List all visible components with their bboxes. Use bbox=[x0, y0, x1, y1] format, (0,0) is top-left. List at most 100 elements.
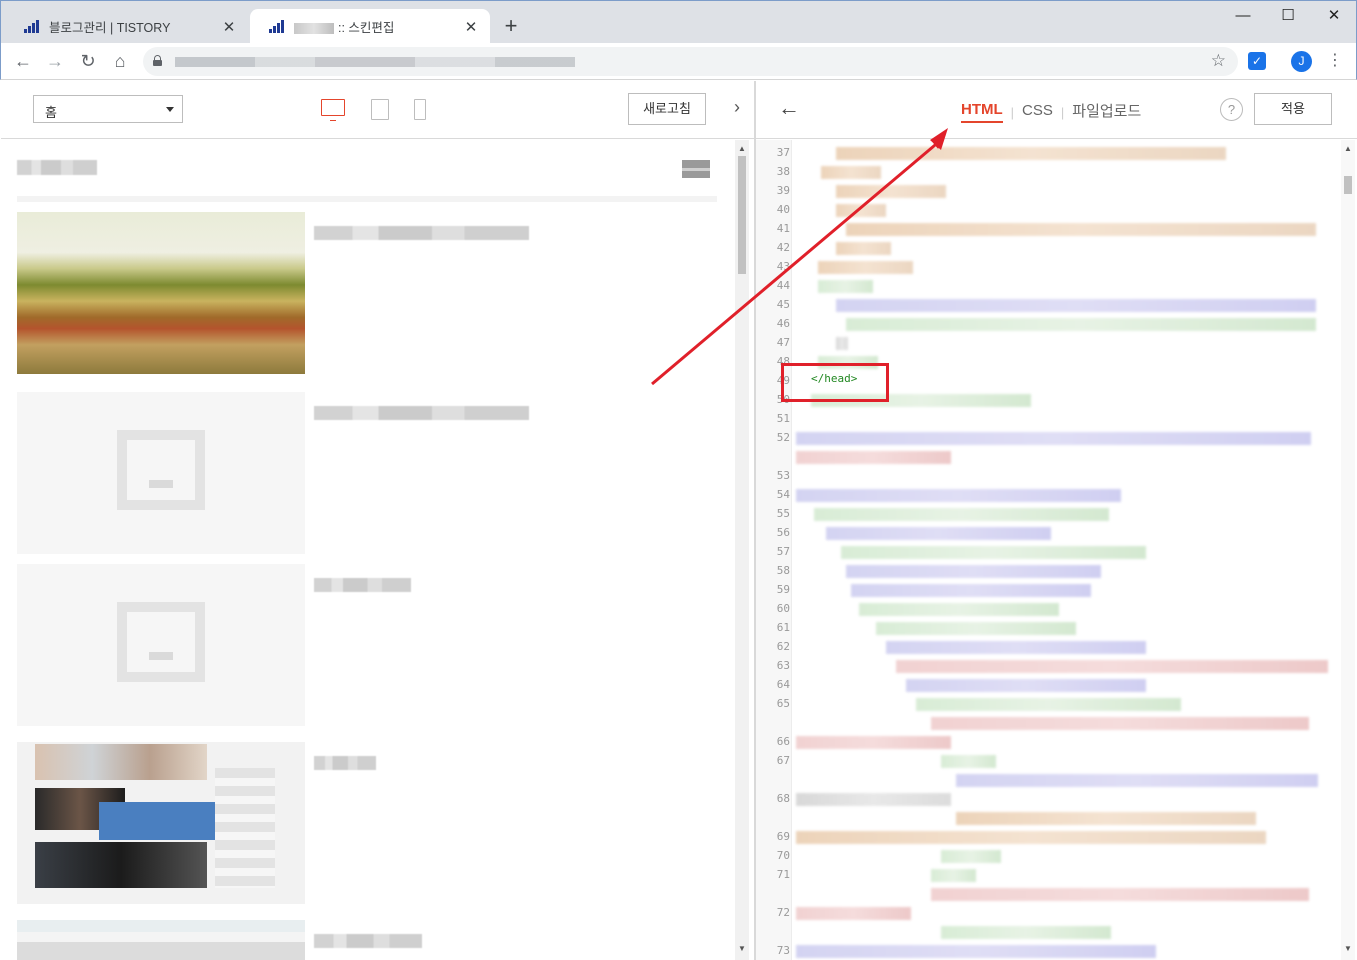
tab-file-upload[interactable]: 파일업로드 bbox=[1072, 100, 1141, 124]
post-thumbnail[interactable] bbox=[17, 742, 305, 904]
line-number: 42 bbox=[776, 241, 790, 254]
line-number: 59 bbox=[776, 583, 790, 596]
line-number: 67 bbox=[776, 754, 790, 767]
page-select[interactable]: 홈 bbox=[33, 95, 183, 123]
post-thumbnail-placeholder[interactable] bbox=[17, 392, 305, 554]
tistory-favicon-icon bbox=[23, 19, 39, 35]
divider-line bbox=[17, 196, 717, 202]
tab-css[interactable]: CSS bbox=[1022, 102, 1053, 122]
new-tab-button[interactable]: + bbox=[499, 14, 523, 38]
post-title[interactable] bbox=[314, 756, 376, 770]
line-number: 47 bbox=[776, 336, 790, 349]
browser-tab-blog-admin[interactable]: 블로그관리 | TISTORY ✕ bbox=[5, 9, 248, 44]
post-thumbnail-placeholder[interactable] bbox=[17, 564, 305, 726]
scroll-up-icon[interactable]: ▲ bbox=[1341, 142, 1355, 156]
forward-icon[interactable]: → bbox=[43, 49, 67, 73]
line-number: 46 bbox=[776, 317, 790, 330]
line-number: 65 bbox=[776, 697, 790, 710]
list-item[interactable] bbox=[17, 564, 717, 729]
line-number-gutter: 37 38 39 40 41 42 43 44 45 46 47 48 49 5… bbox=[756, 140, 792, 960]
scrollbar-thumb[interactable] bbox=[1344, 176, 1352, 194]
post-title[interactable] bbox=[314, 934, 422, 948]
line-number: 44 bbox=[776, 279, 790, 292]
line-number: 71 bbox=[776, 868, 790, 881]
line-number: 45 bbox=[776, 298, 790, 311]
home-icon[interactable]: ⌂ bbox=[108, 49, 132, 73]
mobile-view-icon[interactable] bbox=[414, 99, 426, 120]
line-number: 55 bbox=[776, 507, 790, 520]
reload-icon[interactable]: ↻ bbox=[76, 49, 100, 73]
tab-html[interactable]: HTML bbox=[961, 101, 1003, 123]
line-number: 48 bbox=[776, 355, 790, 368]
maximize-button[interactable]: ☐ bbox=[1265, 5, 1311, 29]
scroll-down-icon[interactable]: ▼ bbox=[735, 942, 749, 956]
head-closing-tag: </head> bbox=[811, 372, 858, 385]
list-item[interactable] bbox=[17, 392, 717, 557]
avatar[interactable]: J bbox=[1291, 51, 1312, 72]
lock-icon bbox=[153, 55, 162, 66]
line-number: 39 bbox=[776, 184, 790, 197]
line-number: 64 bbox=[776, 678, 790, 691]
scroll-down-icon[interactable]: ▼ bbox=[1341, 942, 1355, 956]
html-code-editor[interactable]: 37 38 39 40 41 42 43 44 45 46 47 48 49 5… bbox=[756, 140, 1357, 960]
redacted-url bbox=[175, 57, 575, 67]
post-title[interactable] bbox=[314, 226, 529, 240]
list-item[interactable] bbox=[17, 212, 717, 377]
line-number: 66 bbox=[776, 735, 790, 748]
line-number: 53 bbox=[776, 469, 790, 482]
extension-icon[interactable]: ✓ bbox=[1248, 52, 1266, 70]
line-number: 40 bbox=[776, 203, 790, 216]
code-editor-toolbar: ← HTML | CSS | 파일업로드 ? 적용 bbox=[756, 81, 1357, 139]
scroll-up-icon[interactable]: ▲ bbox=[735, 142, 749, 156]
post-title[interactable] bbox=[314, 406, 529, 420]
back-arrow-icon[interactable]: ← bbox=[778, 95, 800, 121]
line-number: 62 bbox=[776, 640, 790, 653]
tablet-view-icon[interactable] bbox=[371, 99, 389, 120]
address-bar[interactable]: ☆ bbox=[143, 47, 1238, 76]
line-number: 69 bbox=[776, 830, 790, 843]
line-number: 58 bbox=[776, 564, 790, 577]
list-item[interactable] bbox=[17, 920, 717, 960]
line-number: 49 bbox=[776, 374, 790, 387]
line-number: 63 bbox=[776, 659, 790, 672]
line-number: 52 bbox=[776, 431, 790, 444]
tab-title: :: 스킨편집 bbox=[294, 17, 462, 36]
tab-separator: | bbox=[1010, 104, 1015, 120]
image-placeholder-icon bbox=[117, 430, 205, 510]
help-icon[interactable]: ? bbox=[1220, 98, 1243, 121]
preview-toolbar: 홈 새로고침 › bbox=[1, 81, 754, 139]
star-icon[interactable]: ☆ bbox=[1211, 51, 1226, 71]
apply-button[interactable]: 적용 bbox=[1254, 93, 1332, 125]
line-number: 41 bbox=[776, 222, 790, 235]
tistory-favicon-icon bbox=[268, 19, 284, 35]
post-thumbnail[interactable] bbox=[17, 212, 305, 374]
preview-scrollbar[interactable]: ▲ ▼ bbox=[735, 140, 749, 960]
list-view-icon[interactable] bbox=[682, 160, 710, 178]
post-title[interactable] bbox=[314, 578, 411, 592]
scrollbar-thumb[interactable] bbox=[738, 156, 746, 274]
line-number: 72 bbox=[776, 906, 790, 919]
line-number: 37 bbox=[776, 146, 790, 159]
image-placeholder-icon bbox=[117, 602, 205, 682]
tab-title: 블로그관리 | TISTORY bbox=[49, 21, 171, 35]
collapse-preview-icon[interactable]: › bbox=[734, 97, 740, 118]
caret-down-icon bbox=[166, 107, 174, 112]
post-thumbnail[interactable] bbox=[17, 920, 305, 960]
desktop-view-icon[interactable] bbox=[321, 99, 345, 121]
line-number: 70 bbox=[776, 849, 790, 862]
tab-close-icon[interactable]: ✕ bbox=[462, 18, 480, 36]
line-number: 68 bbox=[776, 792, 790, 805]
menu-icon[interactable]: ⋮ bbox=[1327, 50, 1343, 72]
refresh-button[interactable]: 새로고침 bbox=[628, 93, 706, 125]
browser-tab-skin-edit[interactable]: :: 스킨편집 ✕ bbox=[250, 9, 490, 44]
tab-close-icon[interactable]: ✕ bbox=[220, 18, 238, 36]
line-number: 54 bbox=[776, 488, 790, 501]
close-window-button[interactable]: ✕ bbox=[1311, 5, 1357, 29]
list-item[interactable] bbox=[17, 742, 717, 907]
code-scrollbar[interactable]: ▲ ▼ bbox=[1341, 140, 1355, 960]
browser-toolbar: ← → ↻ ⌂ ☆ bbox=[0, 43, 1357, 80]
back-icon[interactable]: ← bbox=[11, 49, 35, 73]
blog-preview bbox=[1, 140, 734, 960]
minimize-button[interactable]: — bbox=[1220, 5, 1266, 29]
line-number: 50 bbox=[776, 393, 790, 406]
